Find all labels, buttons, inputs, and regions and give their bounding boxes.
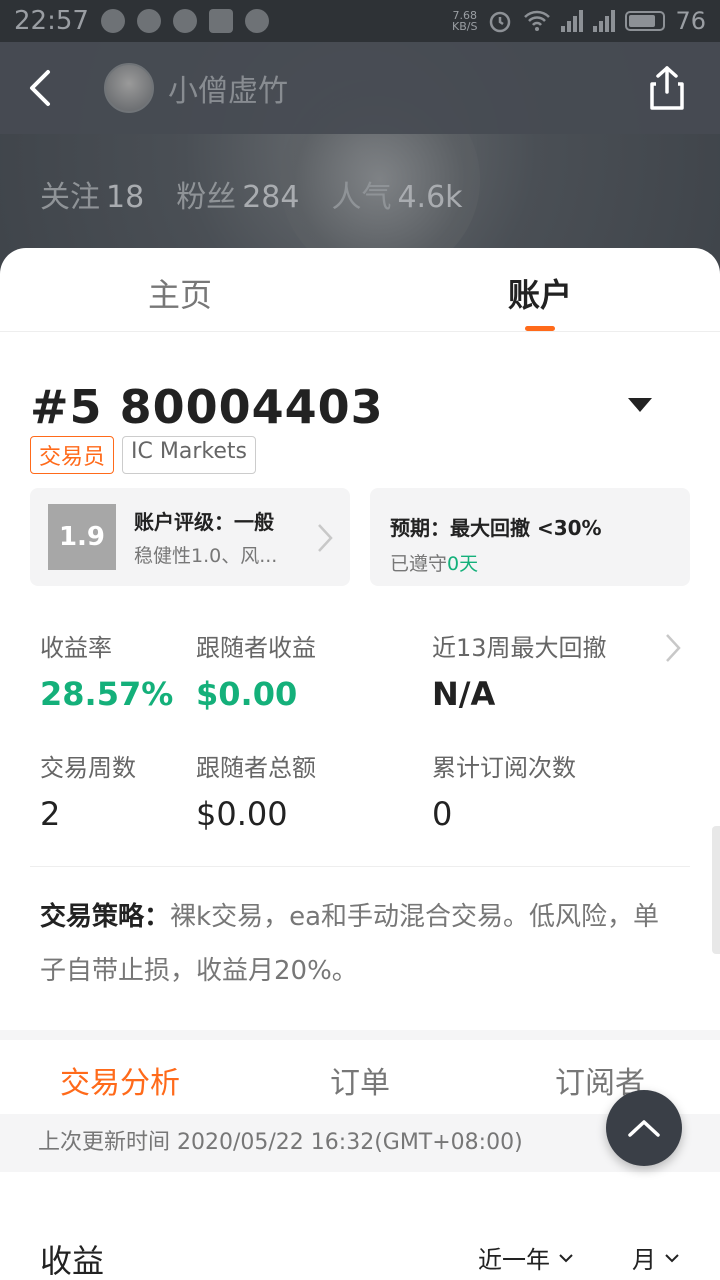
rating-subtitle: 稳健性1.0、风... xyxy=(134,545,278,567)
status-bar: 22:57 7.68 KB/S 76 xyxy=(0,0,720,42)
status-right: 7.68 KB/S 76 xyxy=(452,7,706,35)
metric-return: 收益率 28.57% xyxy=(40,628,173,713)
account-rating-card[interactable]: 1.9 账户评级：一般 稳健性1.0、风... xyxy=(30,488,350,586)
metric-label: 近13周最大回撤 xyxy=(432,634,607,662)
back-button[interactable] xyxy=(0,42,80,134)
strategy-label: 交易策略： xyxy=(40,902,171,932)
user-name: 小僧虚竹 xyxy=(168,74,288,109)
metric-label: 收益率 xyxy=(40,634,112,662)
metric-label: 累计订阅次数 xyxy=(432,754,576,782)
metric-value: 2 xyxy=(40,795,61,833)
share-icon xyxy=(650,66,684,110)
period-selector[interactable]: 月 xyxy=(632,1240,680,1275)
metric-follower-return: 跟随者收益 $0.00 xyxy=(196,628,316,713)
expectation-card: 预期：最大回撤 <30% 已遵守0天 xyxy=(370,488,690,586)
account-badges: 交易员 IC Markets xyxy=(30,436,256,474)
metric-subscriptions: 累计订阅次数 0 xyxy=(432,748,576,833)
app-notification-icon xyxy=(244,9,269,33)
alarm-icon xyxy=(490,11,511,33)
stat-value: 4.6k xyxy=(397,180,463,215)
expectation-subtitle: 已遵守0天 xyxy=(390,549,670,576)
chat-notification-icon xyxy=(100,9,125,33)
rating-text: 账户评级：一般 稳健性1.0、风... xyxy=(134,506,277,568)
metric-max-drawdown[interactable]: 近13周最大回撤 N/A xyxy=(432,628,607,713)
account-dropdown-icon[interactable] xyxy=(628,398,652,412)
range-selector[interactable]: 近一年 xyxy=(478,1240,574,1275)
range-label: 近一年 xyxy=(478,1246,550,1274)
chevron-down-icon xyxy=(559,1253,573,1262)
metric-value: $0.00 xyxy=(196,675,298,713)
battery-level: 76 xyxy=(675,7,706,35)
period-label: 月 xyxy=(632,1246,656,1274)
avatar[interactable] xyxy=(104,63,154,113)
wifi-icon xyxy=(524,10,551,31)
net-speed-unit: KB/S xyxy=(452,20,478,33)
yen-notification-icon xyxy=(136,9,161,33)
metric-value: N/A xyxy=(432,675,496,713)
battery-icon xyxy=(625,11,666,31)
scroll-top-button[interactable] xyxy=(606,1090,682,1166)
stat-label: 人气 xyxy=(331,180,392,215)
chevron-up-icon xyxy=(628,1120,660,1137)
back-arrow-icon xyxy=(30,70,50,106)
account-selector[interactable]: #5 80004403 xyxy=(30,380,384,434)
tab-trade-analysis[interactable]: 交易分析 xyxy=(0,1040,240,1122)
trading-strategy: 交易策略：裸k交易，ea和手动混合交易。低风险，单子自带止损，收益月20%。 xyxy=(40,890,680,998)
signal-icon xyxy=(593,10,616,32)
income-section-title: 收益 xyxy=(40,1242,105,1280)
stat-following[interactable]: 关注 18 xyxy=(40,172,144,216)
tab-home[interactable]: 主页 xyxy=(0,248,360,331)
metric-label: 交易周数 xyxy=(40,754,136,782)
moon-icon xyxy=(172,9,197,33)
news-notification-icon xyxy=(208,9,233,33)
metric-value: 0 xyxy=(432,795,453,833)
share-button[interactable] xyxy=(644,64,690,112)
expectation-days: 0天 xyxy=(447,553,479,575)
stat-value: 18 xyxy=(106,180,145,215)
signal-4g-icon xyxy=(561,10,584,32)
expectation-title: 预期：最大回撤 <30% xyxy=(390,516,602,540)
net-speed: 7.68 KB/S xyxy=(452,10,477,32)
rating-score: 1.9 xyxy=(48,504,116,570)
chevron-right-icon xyxy=(318,524,333,552)
section-separator xyxy=(0,1030,720,1040)
tab-subscribers[interactable]: 订阅者 xyxy=(480,1040,720,1120)
stat-value: 284 xyxy=(242,180,300,215)
account-id: #5 80004403 xyxy=(30,380,384,434)
metric-follower-total: 跟随者总额 $0.00 xyxy=(196,748,316,833)
scrollbar[interactable] xyxy=(712,826,720,954)
divider xyxy=(30,866,690,867)
top-tabs: 主页 账户 xyxy=(0,248,720,332)
chevron-right-icon[interactable] xyxy=(664,632,682,664)
status-time: 22:57 xyxy=(14,6,89,36)
profile-stats: 关注 18 粉丝 284 人气 4.6k xyxy=(40,172,463,216)
metric-value: $0.00 xyxy=(196,795,288,833)
broker-badge: IC Markets xyxy=(122,436,256,474)
metric-trading-weeks: 交易周数 2 xyxy=(40,748,136,833)
rating-title: 账户评级：一般 xyxy=(134,510,274,534)
metric-label: 跟随者收益 xyxy=(196,634,316,662)
chevron-down-icon xyxy=(665,1253,679,1262)
tab-account[interactable]: 账户 xyxy=(360,248,720,331)
stat-label: 关注 xyxy=(40,180,100,215)
expectation-prefix: 已遵守 xyxy=(390,553,448,575)
stat-label: 粉丝 xyxy=(176,180,237,215)
stat-followers[interactable]: 粉丝 284 xyxy=(176,172,299,216)
stat-popularity: 人气 4.6k xyxy=(331,172,462,216)
metric-label: 跟随者总额 xyxy=(196,754,316,782)
account-card: 主页 账户 #5 80004403 交易员 IC Markets 1.9 账户评… xyxy=(0,248,720,1280)
top-nav-bar: 小僧虚竹 xyxy=(0,42,720,134)
tab-orders[interactable]: 订单 xyxy=(240,1040,480,1120)
metric-value: 28.57% xyxy=(40,675,174,713)
role-badge: 交易员 xyxy=(30,436,115,474)
